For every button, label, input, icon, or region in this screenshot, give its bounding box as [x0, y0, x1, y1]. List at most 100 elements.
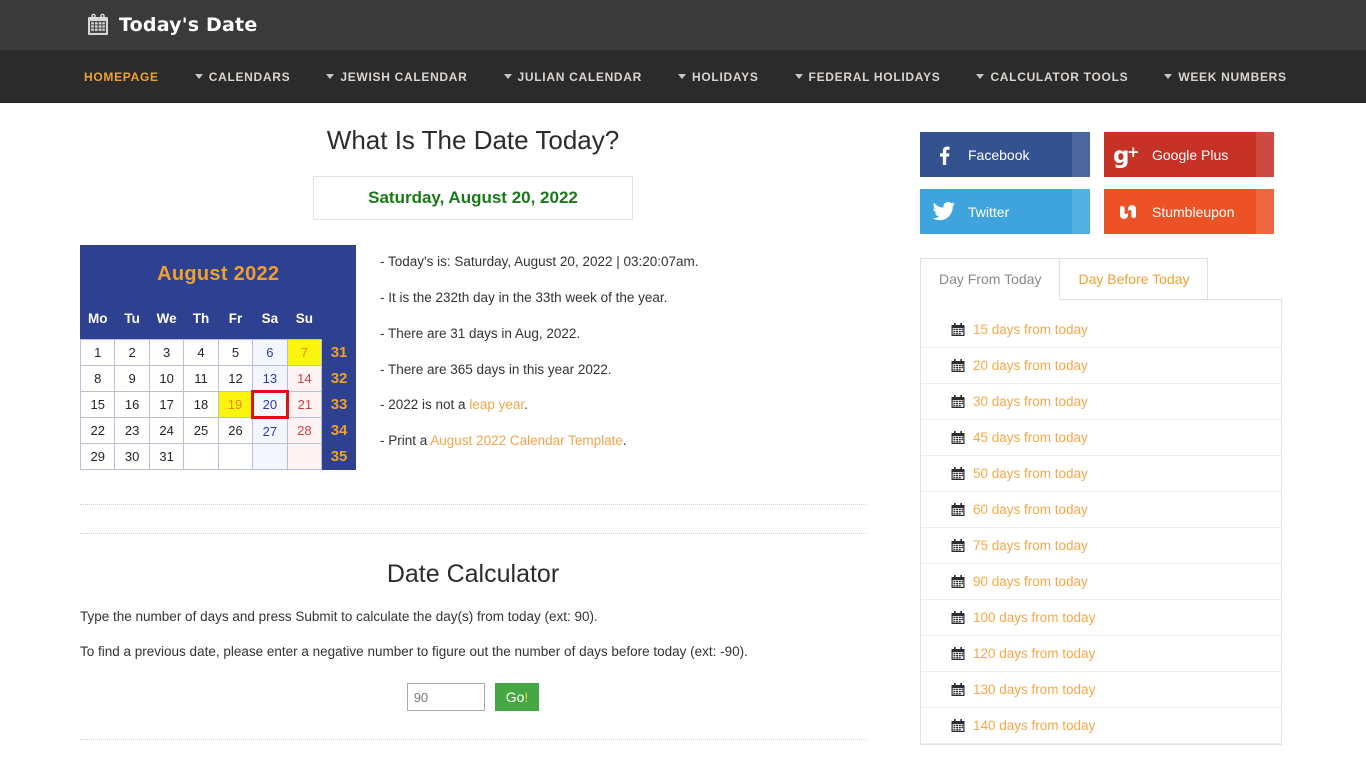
calendar-day-cell[interactable]: 25: [183, 417, 219, 445]
calendar-day-cell[interactable]: 17: [148, 391, 185, 419]
calendar-day-cell[interactable]: 29: [79, 443, 116, 471]
calendar-day-cell[interactable]: 9: [114, 365, 150, 393]
page-title: What Is The Date Today?: [326, 125, 620, 155]
calendar-day-cell[interactable]: 31: [148, 443, 185, 471]
calendar-day-cell[interactable]: 3: [148, 339, 185, 367]
calendar-day-cell[interactable]: 22: [79, 417, 116, 445]
calendar-day-cell[interactable]: 27: [252, 417, 288, 445]
nav-item-week-numbers[interactable]: WEEK NUMBERS: [1164, 70, 1286, 84]
tab-day-from-today[interactable]: Day From Today: [920, 258, 1061, 300]
twitter-share-button[interactable]: Twitter: [920, 189, 1090, 234]
calendar-week-number[interactable]: 31: [321, 339, 356, 366]
nav-item-julian-calendar[interactable]: JULIAN CALENDAR: [503, 69, 643, 84]
calendar-dow-mo: Mo: [87, 311, 108, 327]
brand-title: Today's Date: [119, 14, 258, 36]
divider-1: [80, 504, 866, 506]
stumbleupon-share-button[interactable]: Stumbleupon: [1104, 189, 1274, 234]
calendar-day-cell[interactable]: 16: [114, 391, 150, 419]
day-from-today-link[interactable]: 90 days from today: [921, 564, 1281, 600]
fact-link[interactable]: August 2022 Calendar Template: [430, 433, 623, 448]
calendar-day-cell[interactable]: 13: [252, 365, 288, 393]
fact-suffix: .: [524, 397, 528, 413]
stumbleupon-icon: [1104, 202, 1152, 222]
day-from-today-link[interactable]: 60 days from today: [921, 492, 1281, 528]
day-from-today-link[interactable]: 45 days from today: [921, 420, 1281, 456]
calendar-day-cell[interactable]: 23: [114, 417, 150, 445]
day-from-today-link[interactable]: 30 days from today: [921, 384, 1281, 420]
nav-item-label: WEEK NUMBERS: [1178, 69, 1287, 84]
calendar-day-cell[interactable]: 24: [148, 417, 185, 445]
calendar-day-cell[interactable]: 2: [114, 339, 150, 367]
calendar-icon: [951, 394, 965, 409]
day-from-today-link[interactable]: 140 days from today: [921, 708, 1281, 744]
calendar-week-number[interactable]: 34: [321, 417, 356, 444]
nav-item-homepage[interactable]: HOMEPAGE: [84, 70, 159, 84]
stumbleupon-label: Stumbleupon: [1152, 203, 1235, 220]
calendar-dow-sa: Sa: [261, 311, 279, 327]
day-from-today-link[interactable]: 100 days from today: [921, 600, 1281, 636]
day-from-today-link[interactable]: 75 days from today: [921, 528, 1281, 564]
calendar-week-row: 22 23 24 25 26 27 28 34: [79, 417, 356, 445]
calendar-day-cell[interactable]: 6: [252, 339, 288, 367]
fact-prefix: - 2022 is not a: [380, 397, 470, 413]
calendar-day-cell[interactable]: 26: [217, 417, 254, 445]
day-from-today-link[interactable]: 50 days from today: [921, 456, 1281, 492]
main-content: What Is The Date Today? Saturday, August…: [0, 103, 866, 768]
fact-link[interactable]: leap year: [469, 397, 524, 412]
divider-3: [80, 739, 866, 741]
calendar-day-cell[interactable]: 10: [148, 365, 185, 393]
google-plus-label: Google Plus: [1152, 146, 1229, 163]
day-link-label: 20 days from today: [973, 358, 1088, 373]
day-link-label: 75 days from today: [973, 538, 1088, 553]
go-button-bang: !: [524, 689, 529, 706]
calendar-empty-cell: [217, 443, 254, 471]
calendar-day-cell[interactable]: 21: [286, 391, 323, 419]
calendar-day-cell[interactable]: 30: [114, 443, 150, 471]
google-plus-share-button[interactable]: g + Google Plus: [1104, 132, 1274, 177]
chevron-down-icon: [194, 74, 203, 79]
calendar-day-cell[interactable]: 12: [217, 365, 254, 393]
nav-item-calculator-tools[interactable]: CALCULATOR TOOLS: [976, 70, 1128, 84]
calendar-week-row: 1 2 3 4 5 6 7 31: [79, 339, 356, 367]
calendar-day-cell[interactable]: 5: [217, 339, 254, 367]
go-button[interactable]: Go!: [494, 683, 540, 712]
calendar-icon: [951, 358, 965, 373]
calendar-day-cell[interactable]: 15: [79, 391, 116, 419]
calendar-week-number[interactable]: 35: [321, 443, 356, 470]
nav-item-calendars[interactable]: CALENDARS: [194, 70, 291, 84]
facebook-share-button[interactable]: Facebook: [920, 132, 1090, 177]
calendar-day-cell[interactable]: 8: [79, 365, 116, 393]
nav-item-label: JULIAN CALENDAR: [517, 69, 643, 84]
calendar-day-cell[interactable]: 14: [286, 365, 323, 393]
day-from-today-link[interactable]: 15 days from today: [921, 316, 1281, 348]
day-from-today-link[interactable]: 130 days from today: [921, 672, 1281, 708]
days-from-today-panel: 15 days from today 20 days from today 30 d…: [920, 299, 1282, 745]
day-from-today-link[interactable]: 120 days from today: [921, 636, 1281, 672]
chevron-down-icon: [976, 74, 985, 79]
days-input[interactable]: [406, 683, 485, 712]
tab-day-before-today[interactable]: Day Before Today: [1059, 258, 1209, 300]
calendar-day-cell[interactable]: 4: [183, 339, 219, 367]
nav-item-federal-holidays[interactable]: FEDERAL HOLIDAYS: [794, 70, 941, 84]
nav-item-holidays[interactable]: HOLIDAYS: [678, 70, 759, 84]
calendar-day-cell[interactable]: 11: [183, 365, 219, 393]
day-from-today-link[interactable]: 20 days from today: [921, 348, 1281, 384]
calendar-week-number[interactable]: 32: [321, 365, 356, 392]
day-link-label: 120 days from today: [973, 646, 1096, 661]
date-fact: - Print a August 2022 Calendar Template.: [380, 433, 699, 449]
main-navigation: HOMEPAGE CALENDARS JEWISH CALENDAR JULIAN C…: [0, 51, 1366, 103]
date-calculator-title: Date Calculator: [386, 560, 560, 589]
calendar-day-cell[interactable]: 19: [217, 391, 254, 419]
calendar-day-cell[interactable]: 1: [79, 339, 116, 367]
calendar-weeknum-header: [322, 302, 356, 339]
calendar-day-cell[interactable]: 7: [286, 339, 323, 367]
nav-item-jewish-calendar[interactable]: JEWISH CALENDAR: [326, 70, 467, 84]
day-link-label: 90 days from today: [973, 574, 1088, 589]
date-fact: - Today's is: Saturday, August 20, 2022 …: [380, 254, 699, 269]
calendar-icon: [951, 430, 965, 445]
calendar-icon: [951, 502, 965, 517]
calendar-day-cell[interactable]: 20: [251, 390, 289, 420]
calendar-day-cell[interactable]: 18: [183, 391, 219, 419]
calendar-week-number[interactable]: 33: [321, 391, 356, 418]
calendar-day-cell[interactable]: 28: [286, 417, 323, 445]
